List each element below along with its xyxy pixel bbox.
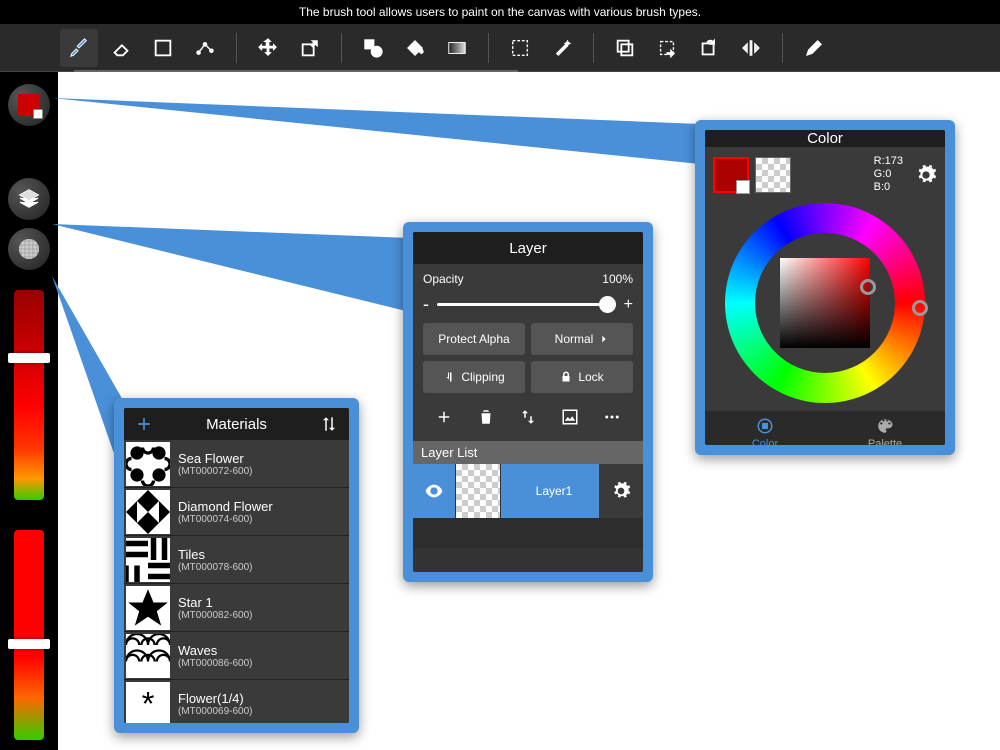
- layer-thumbnail: [455, 464, 501, 518]
- tooltip-text: The brush tool allows users to paint on …: [299, 5, 701, 19]
- lock-button[interactable]: Lock: [531, 361, 633, 393]
- material-name: Flower(1/4): [178, 691, 349, 706]
- transform-tool[interactable]: [291, 29, 329, 67]
- layer-settings-button[interactable]: [599, 464, 643, 518]
- image-layer-button[interactable]: [556, 403, 584, 431]
- material-thumbnail: [126, 538, 170, 582]
- material-code: (MT000078-600): [178, 562, 349, 573]
- materials-panel: Materials Sea Flower (MT000072-600) Diam…: [114, 398, 359, 733]
- layer-visibility-toggle[interactable]: [413, 464, 455, 518]
- wheel-picker-dot[interactable]: [912, 300, 928, 316]
- move-tool[interactable]: [249, 29, 287, 67]
- material-item[interactable]: Tiles (MT000078-600): [124, 536, 349, 584]
- color-tab[interactable]: Color: [705, 411, 825, 445]
- top-toolbar: [0, 24, 1000, 72]
- materials-panel-title: Materials: [206, 416, 267, 433]
- gear-icon[interactable]: [915, 164, 937, 186]
- more-layer-button[interactable]: [598, 403, 626, 431]
- layer-item[interactable]: Layer1: [413, 464, 643, 518]
- sort-materials-button[interactable]: [313, 415, 345, 433]
- color-panel-header: Color: [705, 130, 945, 147]
- blend-mode-button[interactable]: Normal: [531, 323, 633, 355]
- separator: [341, 33, 342, 63]
- brush-opacity-slider[interactable]: [14, 530, 44, 740]
- rotate-tool[interactable]: [690, 29, 728, 67]
- magic-wand-tool[interactable]: [543, 29, 581, 67]
- material-code: (MT000069-600): [178, 706, 349, 717]
- separator: [236, 33, 237, 63]
- foreground-color-swatch[interactable]: [713, 157, 749, 193]
- separator: [782, 33, 783, 63]
- square-picker-dot[interactable]: [860, 279, 876, 295]
- material-name: Waves: [178, 643, 349, 658]
- flip-tool[interactable]: [732, 29, 770, 67]
- rectangle-tool[interactable]: [144, 29, 182, 67]
- layer-list-header: Layer List: [413, 441, 643, 464]
- opacity-slider[interactable]: [437, 303, 616, 306]
- crop-tool[interactable]: [648, 29, 686, 67]
- opacity-label: Opacity: [423, 272, 464, 286]
- rgb-readout: R:173 G:0 B:0: [874, 155, 903, 195]
- separator: [488, 33, 489, 63]
- material-item[interactable]: Waves (MT000086-600): [124, 632, 349, 680]
- color-panel-title: Color: [807, 130, 843, 147]
- tooltip-bar: The brush tool allows users to paint on …: [0, 0, 1000, 24]
- material-thumbnail: [126, 586, 170, 630]
- layer-name: Layer1: [501, 464, 599, 518]
- opacity-plus[interactable]: +: [624, 296, 633, 314]
- separator: [593, 33, 594, 63]
- color-wheel[interactable]: [720, 203, 930, 403]
- material-name: Star 1: [178, 595, 349, 610]
- palette-tab[interactable]: Palette: [825, 411, 945, 445]
- materials-sidebar-button[interactable]: [8, 228, 50, 270]
- protect-alpha-button[interactable]: Protect Alpha: [423, 323, 525, 355]
- eraser-tool[interactable]: [102, 29, 140, 67]
- materials-panel-header: Materials: [124, 408, 349, 440]
- svg-text:*: *: [142, 685, 155, 722]
- material-name: Tiles: [178, 547, 349, 562]
- delete-layer-button[interactable]: [472, 403, 500, 431]
- material-thumbnail: [126, 442, 170, 486]
- reorder-layer-button[interactable]: [514, 403, 542, 431]
- layer-panel-header: Layer: [413, 232, 643, 264]
- layer-panel: Layer Opacity 100% - + Protect Alpha Nor…: [403, 222, 653, 582]
- material-code: (MT000086-600): [178, 658, 349, 669]
- material-code: (MT000072-600): [178, 466, 349, 477]
- layers-sidebar-button[interactable]: [8, 178, 50, 220]
- material-code: (MT000082-600): [178, 610, 349, 621]
- material-item[interactable]: Star 1 (MT000082-600): [124, 584, 349, 632]
- select-rect-tool[interactable]: [501, 29, 539, 67]
- transparent-swatch[interactable]: [755, 157, 791, 193]
- material-thumbnail: [126, 634, 170, 678]
- layer-panel-title: Layer: [509, 240, 547, 257]
- path-tool[interactable]: [186, 29, 224, 67]
- material-item[interactable]: Diamond Flower (MT000074-600): [124, 488, 349, 536]
- brush-size-slider[interactable]: [14, 290, 44, 500]
- material-item[interactable]: Sea Flower (MT000072-600): [124, 440, 349, 488]
- material-code: (MT000074-600): [178, 514, 349, 525]
- material-thumbnail: *: [126, 682, 170, 724]
- material-item[interactable]: * Flower(1/4) (MT000069-600): [124, 680, 349, 723]
- opacity-minus[interactable]: -: [423, 294, 429, 315]
- color-panel: Color R:173 G:0 B:0: [695, 120, 955, 455]
- material-thumbnail: [126, 490, 170, 534]
- pen-tool[interactable]: [795, 29, 833, 67]
- clipping-button[interactable]: Clipping: [423, 361, 525, 393]
- clip-icon: [443, 371, 455, 383]
- material-name: Sea Flower: [178, 451, 349, 466]
- add-layer-button[interactable]: [430, 403, 458, 431]
- chevron-right-icon: [599, 334, 609, 344]
- shapes-tool[interactable]: [354, 29, 392, 67]
- bucket-tool[interactable]: [396, 29, 434, 67]
- lock-icon: [560, 371, 572, 383]
- brush-tool[interactable]: [60, 29, 98, 67]
- gradient-tool[interactable]: [438, 29, 476, 67]
- left-sidebar: [0, 72, 58, 750]
- color-square[interactable]: [780, 258, 870, 348]
- copy-tool[interactable]: [606, 29, 644, 67]
- color-sidebar-button[interactable]: [8, 84, 50, 126]
- add-material-button[interactable]: [128, 414, 160, 434]
- material-name: Diamond Flower: [178, 499, 349, 514]
- opacity-value: 100%: [602, 272, 633, 286]
